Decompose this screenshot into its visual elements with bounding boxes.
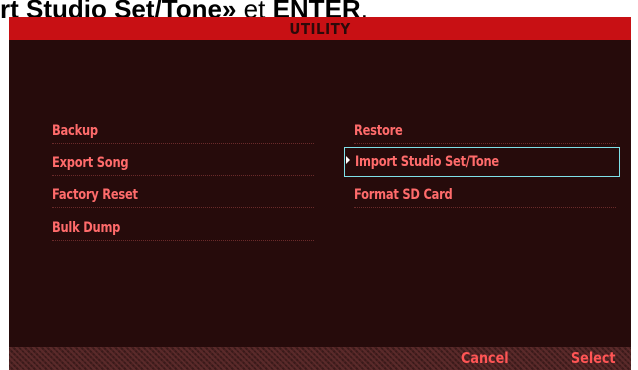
menu-item-label: Factory Reset [52, 186, 138, 203]
menu-item-label: Bulk Dump [52, 219, 121, 236]
cancel-button[interactable]: Cancel [461, 349, 509, 367]
menu-item-import-studio-set-tone[interactable]: Import Studio Set/Tone [344, 147, 620, 177]
menu-item-format-sd-card[interactable]: Format SD Card [354, 182, 616, 208]
menu-item-label: Export Song [52, 154, 129, 171]
menu-item-label: Format SD Card [354, 186, 453, 203]
menu-item-backup[interactable]: Backup [52, 118, 314, 144]
menu-item-label: Import Studio Set/Tone [355, 154, 499, 170]
menu-item-bulk-dump[interactable]: Bulk Dump [52, 215, 314, 241]
menu-item-restore[interactable]: Restore [354, 118, 616, 144]
menu-item-label: Backup [52, 122, 98, 139]
screen-title: UTILITY [289, 19, 351, 38]
footer-bar: Cancel Select [9, 347, 631, 370]
menu-item-label: Restore [354, 122, 403, 139]
device-screen: UTILITY Backup Export Song Factory Reset… [9, 17, 631, 370]
title-bar: UTILITY [9, 17, 631, 40]
selection-cursor-icon [346, 156, 350, 164]
menu-item-factory-reset[interactable]: Factory Reset [52, 182, 314, 208]
menu-item-export-song[interactable]: Export Song [52, 150, 314, 176]
select-button[interactable]: Select [571, 349, 616, 367]
